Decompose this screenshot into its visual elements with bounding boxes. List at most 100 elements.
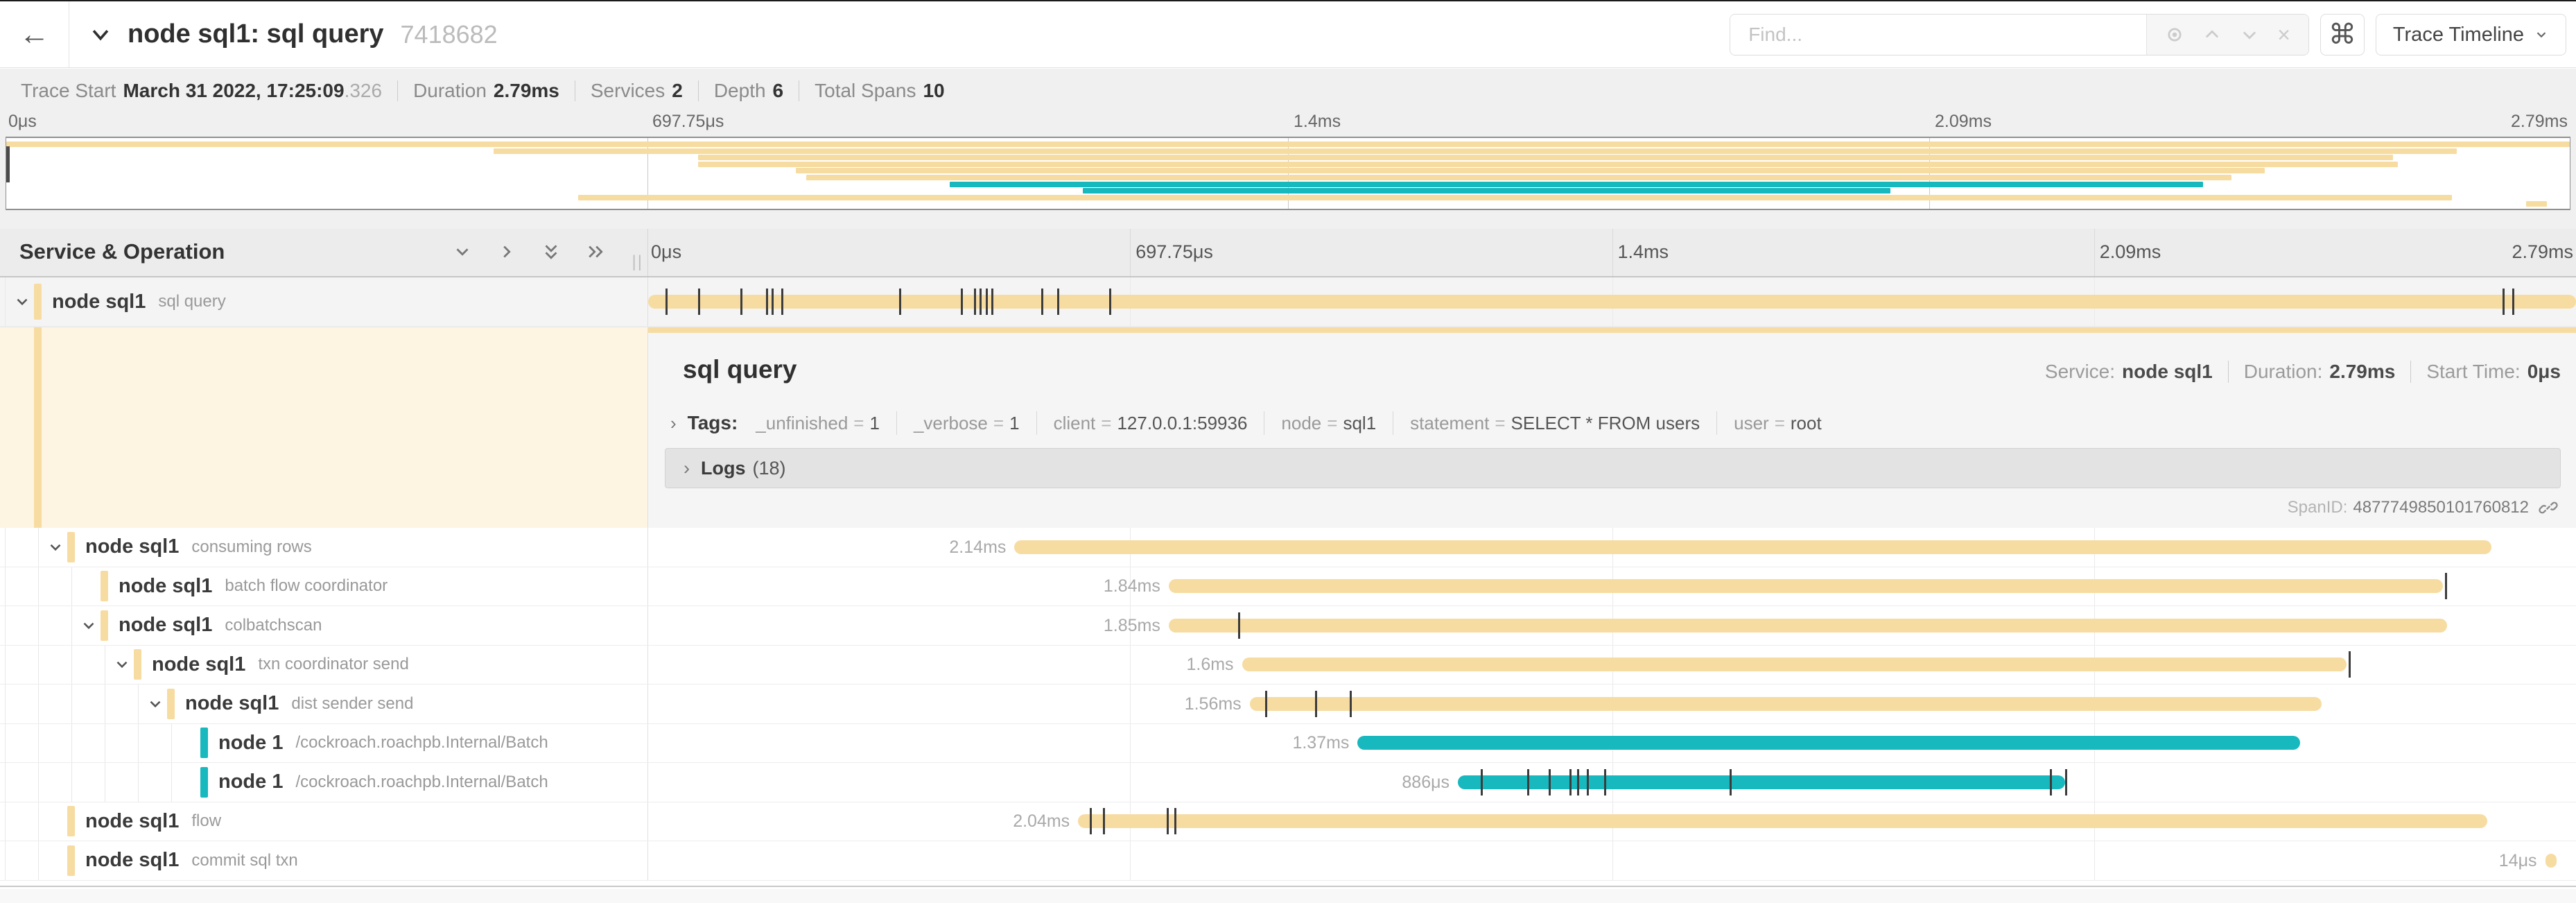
span-duration-label: 1.85ms bbox=[1104, 615, 1160, 636]
operation-name: consuming rows bbox=[191, 538, 311, 557]
service-color-bar bbox=[101, 571, 108, 601]
span-id-label: SpanID: bbox=[2288, 498, 2348, 517]
operation-name: sql query bbox=[158, 292, 225, 311]
operation-name: commit sql txn bbox=[191, 851, 297, 870]
span-tree-item[interactable]: node sql1flow bbox=[0, 802, 648, 841]
span-tree-item[interactable]: node sql1colbatchscan bbox=[0, 606, 648, 645]
span-bar[interactable] bbox=[1250, 697, 2322, 711]
log-marker bbox=[1569, 769, 1572, 796]
service-color-bar bbox=[200, 767, 208, 798]
tick-label: 0μs bbox=[651, 241, 681, 263]
span-tree-item[interactable]: node sql1sql query bbox=[0, 277, 648, 326]
tree-guide-line bbox=[138, 763, 139, 802]
tree-guide-line bbox=[38, 606, 39, 645]
jaeger-trace-page: ← node sql1: sql query 7418682 × ⌘ Trace bbox=[0, 0, 2576, 903]
tree-chevron-down-icon[interactable] bbox=[13, 293, 31, 311]
tags-expand-icon: › bbox=[670, 413, 677, 434]
service-color-bar bbox=[67, 845, 75, 876]
tree-guide-line bbox=[71, 685, 72, 723]
minimap-drag-handle[interactable] bbox=[6, 146, 10, 182]
log-marker bbox=[2065, 769, 2067, 796]
span-duration-label: 1.6ms bbox=[1186, 654, 1233, 675]
span-timeline-cell[interactable]: 1.84ms bbox=[648, 567, 2576, 606]
log-marker bbox=[781, 289, 783, 315]
span-tree-item[interactable]: node sql1commit sql txn bbox=[0, 841, 648, 880]
span-timeline-cell[interactable]: 1.56ms bbox=[648, 685, 2576, 723]
detail-meta-item: Duration:2.79ms bbox=[2244, 361, 2396, 383]
tag-item: node=sql1 bbox=[1247, 411, 1376, 435]
tree-chevron-down-icon[interactable] bbox=[113, 655, 131, 673]
summary-item: Trace StartMarch 31 2022, 17:25:09.326 bbox=[21, 80, 382, 102]
span-timeline-cell[interactable] bbox=[648, 277, 2576, 326]
span-duration-label: 2.04ms bbox=[1013, 811, 1070, 832]
span-row: node sql1commit sql txn14μs bbox=[0, 841, 2576, 881]
tree-guide-line bbox=[5, 277, 6, 326]
column-resize-grip[interactable]: || bbox=[632, 252, 643, 272]
span-bar[interactable] bbox=[1169, 579, 2443, 593]
span-bar[interactable] bbox=[1357, 736, 2300, 750]
span-timeline-cell[interactable]: 1.6ms bbox=[648, 646, 2576, 685]
detail-meta-item: Service:node sql1 bbox=[2045, 361, 2213, 383]
tree-guide-line bbox=[5, 802, 6, 841]
tree-guide-line bbox=[38, 646, 39, 685]
span-tree-item[interactable]: node sql1consuming rows bbox=[0, 528, 648, 567]
span-bar[interactable] bbox=[2545, 854, 2557, 868]
tree-guide-line bbox=[5, 724, 6, 763]
span-bar[interactable] bbox=[1078, 814, 2487, 828]
span-bar[interactable] bbox=[648, 295, 2576, 309]
deep-link-icon[interactable] bbox=[2539, 498, 2558, 517]
operation-name: batch flow coordinator bbox=[225, 576, 388, 596]
operation-name: txn coordinator send bbox=[258, 655, 408, 674]
collapse-one-icon[interactable] bbox=[452, 241, 473, 262]
expand-one-icon[interactable] bbox=[496, 241, 517, 262]
tag-item: _verbose=1 bbox=[880, 411, 1020, 435]
tree-guide-line bbox=[38, 802, 39, 841]
log-marker bbox=[2050, 769, 2052, 796]
trace-view-selector[interactable]: Trace Timeline bbox=[2376, 14, 2566, 55]
span-timeline-cell[interactable]: 1.37ms bbox=[648, 724, 2576, 763]
tag-item: statement=SELECT * FROM users bbox=[1376, 411, 1700, 435]
log-marker bbox=[1103, 808, 1105, 834]
span-timeline-cell[interactable]: 1.85ms bbox=[648, 606, 2576, 645]
tree-guide-line bbox=[38, 841, 39, 880]
trace-summary: Trace StartMarch 31 2022, 17:25:09.326Du… bbox=[21, 74, 945, 108]
tree-chevron-down-icon[interactable] bbox=[146, 695, 164, 713]
span-tree-item[interactable]: node 1/cockroach.roachpb.Internal/Batch bbox=[0, 763, 648, 802]
find-next-icon[interactable] bbox=[2240, 25, 2259, 44]
find-prev-icon[interactable] bbox=[2202, 25, 2222, 44]
trace-view-selector-label: Trace Timeline bbox=[2393, 24, 2524, 46]
meta-separator bbox=[2410, 361, 2411, 383]
tree-guide-line bbox=[5, 528, 6, 567]
span-tree-item[interactable]: node sql1dist sender send bbox=[0, 685, 648, 723]
span-tree-item[interactable]: node sql1batch flow coordinator bbox=[0, 567, 648, 606]
clear-find-icon[interactable]: × bbox=[2277, 24, 2290, 46]
minimap-span-bar bbox=[494, 148, 2457, 154]
span-bar[interactable] bbox=[1242, 657, 2347, 671]
keyboard-shortcuts-button[interactable]: ⌘ bbox=[2320, 14, 2365, 55]
span-timeline-cell[interactable]: 886μs bbox=[648, 763, 2576, 802]
below-rows-gap bbox=[0, 889, 2576, 903]
operation-name: /cockroach.roachpb.Internal/Batch bbox=[295, 773, 548, 792]
timeline-minimap[interactable] bbox=[6, 137, 2570, 210]
tree-chevron-down-icon[interactable] bbox=[80, 617, 98, 635]
tree-chevron-down-icon[interactable] bbox=[46, 538, 64, 556]
expand-all-icon[interactable] bbox=[585, 241, 606, 262]
tree-guide-line bbox=[5, 567, 6, 606]
span-timeline-cell[interactable]: 14μs bbox=[648, 841, 2576, 880]
tag-list: _unfinished=1_verbose=1client=127.0.0.1:… bbox=[756, 411, 1821, 435]
span-bar[interactable] bbox=[1014, 540, 2491, 554]
span-timeline-cell[interactable]: 2.14ms bbox=[648, 528, 2576, 567]
locate-icon[interactable] bbox=[2165, 25, 2184, 44]
tags-accordion[interactable]: › Tags: _unfinished=1_verbose=1client=12… bbox=[670, 408, 2561, 438]
find-input[interactable] bbox=[1730, 15, 2146, 55]
back-button[interactable]: ← bbox=[0, 1, 69, 67]
logs-accordion[interactable]: › Logs (18) bbox=[665, 448, 2561, 488]
span-timeline-cell[interactable]: 2.04ms bbox=[648, 802, 2576, 841]
collapse-trace-chevron-icon[interactable] bbox=[89, 23, 112, 46]
span-tree-item[interactable]: node 1/cockroach.roachpb.Internal/Batch bbox=[0, 724, 648, 763]
span-tree-item[interactable]: node sql1txn coordinator send bbox=[0, 646, 648, 685]
operation-name: flow bbox=[191, 811, 221, 831]
span-bar[interactable] bbox=[1169, 619, 2447, 633]
collapse-all-icon[interactable] bbox=[541, 241, 562, 262]
row-gridline bbox=[2094, 841, 2095, 880]
